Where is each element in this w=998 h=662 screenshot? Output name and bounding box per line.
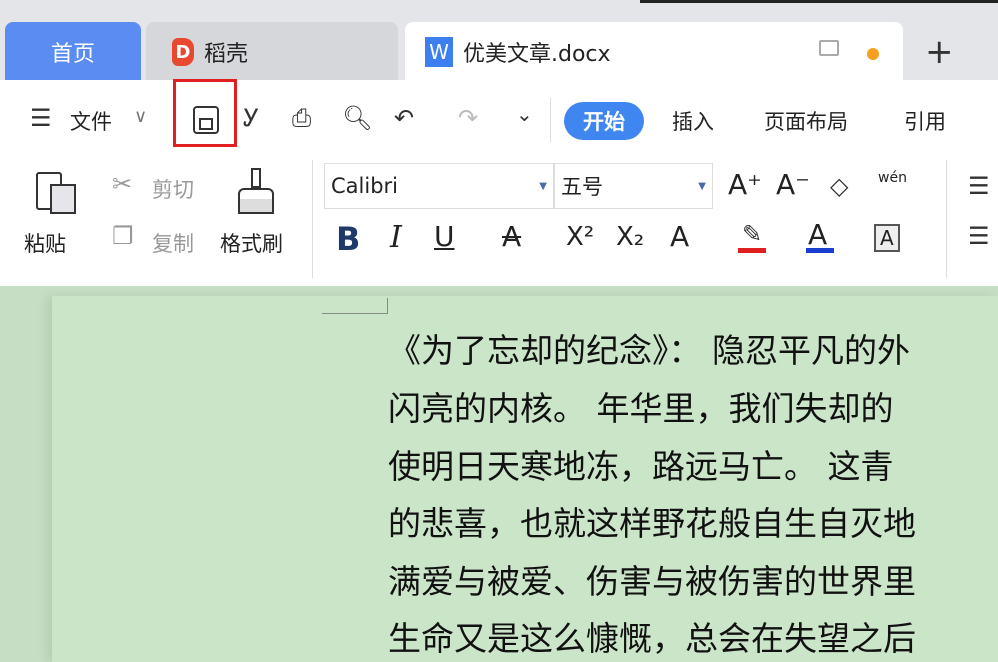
caret-down-icon: ▼ xyxy=(539,180,547,192)
tab-document[interactable]: W 优美文章.docx xyxy=(405,22,903,82)
monitor-icon[interactable] xyxy=(819,40,839,56)
margin-corner-mark xyxy=(322,298,388,314)
tab-docer-label: 稻壳 xyxy=(204,42,249,67)
export-pdf-icon[interactable]: Ꭹ xyxy=(243,104,260,132)
format-painter-button[interactable]: 格式刷 xyxy=(220,228,283,258)
highlight-color-bar xyxy=(738,248,766,253)
redo-icon[interactable]: ↷ xyxy=(458,104,478,132)
unsaved-dot-icon xyxy=(867,48,879,60)
tab-start[interactable]: 开始 xyxy=(564,102,644,140)
doc-line: 生命又是这么慷慨，总会在失望之后 xyxy=(388,619,916,658)
undo-icon[interactable]: ↶ xyxy=(394,104,414,132)
highlight-icon[interactable]: ✎ xyxy=(742,220,762,248)
tab-insert[interactable]: 插入 xyxy=(672,106,714,136)
text-effect-button[interactable]: A xyxy=(670,220,689,253)
divider xyxy=(312,160,313,278)
char-border-button[interactable]: A xyxy=(874,224,900,252)
tab-home[interactable]: 首页 xyxy=(5,22,141,82)
chevron-down-icon[interactable]: ∨ xyxy=(134,106,147,127)
subscript-button[interactable]: X₂ xyxy=(616,222,644,252)
more-dropdown-icon[interactable]: ⌄ xyxy=(516,102,533,126)
pinyin-button[interactable]: wén xyxy=(878,170,907,186)
underline-button[interactable]: U xyxy=(434,220,455,253)
tab-document-label: 优美文章.docx xyxy=(463,42,611,67)
bullet-list-icon[interactable]: ☰ xyxy=(968,172,990,200)
doc-line: 《为了忘却的纪念》： 隐忍平凡的外 xyxy=(388,331,910,370)
tab-page-layout[interactable]: 页面布局 xyxy=(764,106,848,136)
print-icon[interactable]: ⎙ xyxy=(292,104,311,132)
window-top-edge xyxy=(640,0,998,3)
divider xyxy=(550,98,551,142)
paste-button[interactable]: 粘贴 xyxy=(24,228,66,258)
tab-home-label: 首页 xyxy=(50,42,95,67)
doc-line: 闪亮的内核。 年华里，我们失却的 xyxy=(388,389,894,428)
save-icon[interactable] xyxy=(193,106,219,134)
doc-line: 满爱与被爱、伤害与被伤害的世界里 xyxy=(388,562,916,601)
shrink-font-button[interactable]: A⁻ xyxy=(776,168,810,201)
align-left-icon[interactable]: ☰ xyxy=(968,222,990,250)
copy-icon[interactable]: ❐ xyxy=(112,222,134,250)
print-preview-icon[interactable]: 🔍︎ xyxy=(342,104,372,132)
font-color-bar xyxy=(806,248,834,253)
font-size-select[interactable]: 五号 ▼ xyxy=(554,163,713,209)
scissors-icon[interactable]: ✂ xyxy=(112,170,132,198)
tab-docer[interactable]: D 稻壳 xyxy=(146,22,398,82)
eraser-icon[interactable]: ◇ xyxy=(830,172,848,200)
font-size-value: 五号 xyxy=(561,175,603,199)
file-menu[interactable]: 文件 xyxy=(70,106,112,136)
font-color-button[interactable]: A xyxy=(808,218,827,251)
superscript-button[interactable]: X² xyxy=(566,222,594,252)
format-painter-icon[interactable] xyxy=(238,168,276,214)
paste-icon[interactable] xyxy=(36,168,78,214)
divider xyxy=(946,160,947,278)
new-tab-button[interactable]: + xyxy=(925,32,954,72)
copy-button[interactable]: 复制 xyxy=(152,228,194,258)
caret-down-icon: ▼ xyxy=(698,180,706,192)
font-name-select[interactable]: Calibri ▼ xyxy=(324,163,554,209)
strikethrough-button[interactable]: A xyxy=(502,220,521,253)
doc-line: 使明日天寒地冻，路远马亡。 这青 xyxy=(388,447,894,486)
bold-button[interactable]: B xyxy=(336,220,360,258)
cut-button[interactable]: 剪切 xyxy=(152,174,194,204)
menu-icon[interactable]: ☰ xyxy=(30,104,52,132)
doc-line: 的悲喜，也就这样野花般自生自灭地 xyxy=(388,504,916,543)
word-doc-icon: W xyxy=(425,37,453,67)
italic-button[interactable]: I xyxy=(390,220,402,255)
docer-logo-icon: D xyxy=(172,38,194,66)
grow-font-button[interactable]: A⁺ xyxy=(728,168,762,201)
font-name-value: Calibri xyxy=(331,174,398,198)
tab-references[interactable]: 引用 xyxy=(904,106,946,136)
